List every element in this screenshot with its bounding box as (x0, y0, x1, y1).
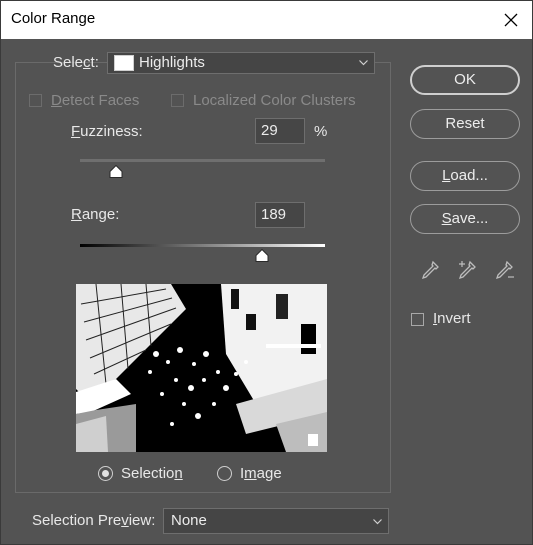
selection-preview-value: None (171, 512, 207, 529)
selection-preview-label: Selection Preview: (32, 512, 156, 529)
save-button[interactable]: Save... (410, 204, 520, 234)
range-slider-track[interactable] (80, 244, 325, 247)
chevron-down-icon (359, 60, 368, 66)
fuzziness-slider-track[interactable] (80, 159, 325, 162)
selection-preview-dropdown[interactable]: None (163, 508, 389, 534)
fuzziness-label: Fuzziness: (71, 123, 143, 140)
eyedropper-add-icon[interactable] (456, 259, 478, 281)
select-dropdown[interactable]: Highlights (107, 52, 375, 74)
image-radio[interactable] (217, 466, 232, 481)
selection-radio-label: Selection (121, 465, 183, 482)
range-input[interactable]: 189 (255, 202, 305, 228)
eyedropper-subtract-icon[interactable] (493, 259, 515, 281)
eyedropper-icon[interactable] (419, 259, 441, 281)
load-button[interactable]: Load... (410, 161, 520, 191)
detect-faces-label: Detect Faces (51, 92, 140, 109)
fuzziness-slider-thumb[interactable] (109, 165, 123, 178)
selection-radio[interactable] (98, 466, 113, 481)
detect-faces-checkbox[interactable] (29, 94, 42, 107)
range-slider-thumb[interactable] (255, 249, 269, 262)
image-radio-label: Image (240, 465, 282, 482)
reset-button[interactable]: Reset (410, 109, 520, 139)
fuzziness-unit: % (314, 123, 328, 140)
selection-preview-image (76, 284, 327, 452)
color-range-dialog: Color Range Select: Highlights Detect Fa… (0, 0, 533, 545)
fuzziness-input[interactable]: 29 (255, 118, 305, 144)
highlights-swatch (114, 55, 134, 71)
close-icon[interactable] (496, 5, 526, 35)
select-label: Select: (53, 54, 99, 71)
invert-label: Invert (433, 310, 471, 327)
window-title: Color Range (11, 10, 96, 27)
ok-button[interactable]: OK (410, 65, 520, 95)
title-bar: Color Range (1, 1, 532, 39)
localized-color-clusters-checkbox[interactable] (171, 94, 184, 107)
invert-checkbox[interactable] (411, 313, 424, 326)
chevron-down-icon (373, 519, 382, 525)
localized-color-clusters-label: Localized Color Clusters (193, 92, 356, 109)
select-value: Highlights (139, 54, 205, 71)
range-label: Range: (71, 206, 120, 223)
